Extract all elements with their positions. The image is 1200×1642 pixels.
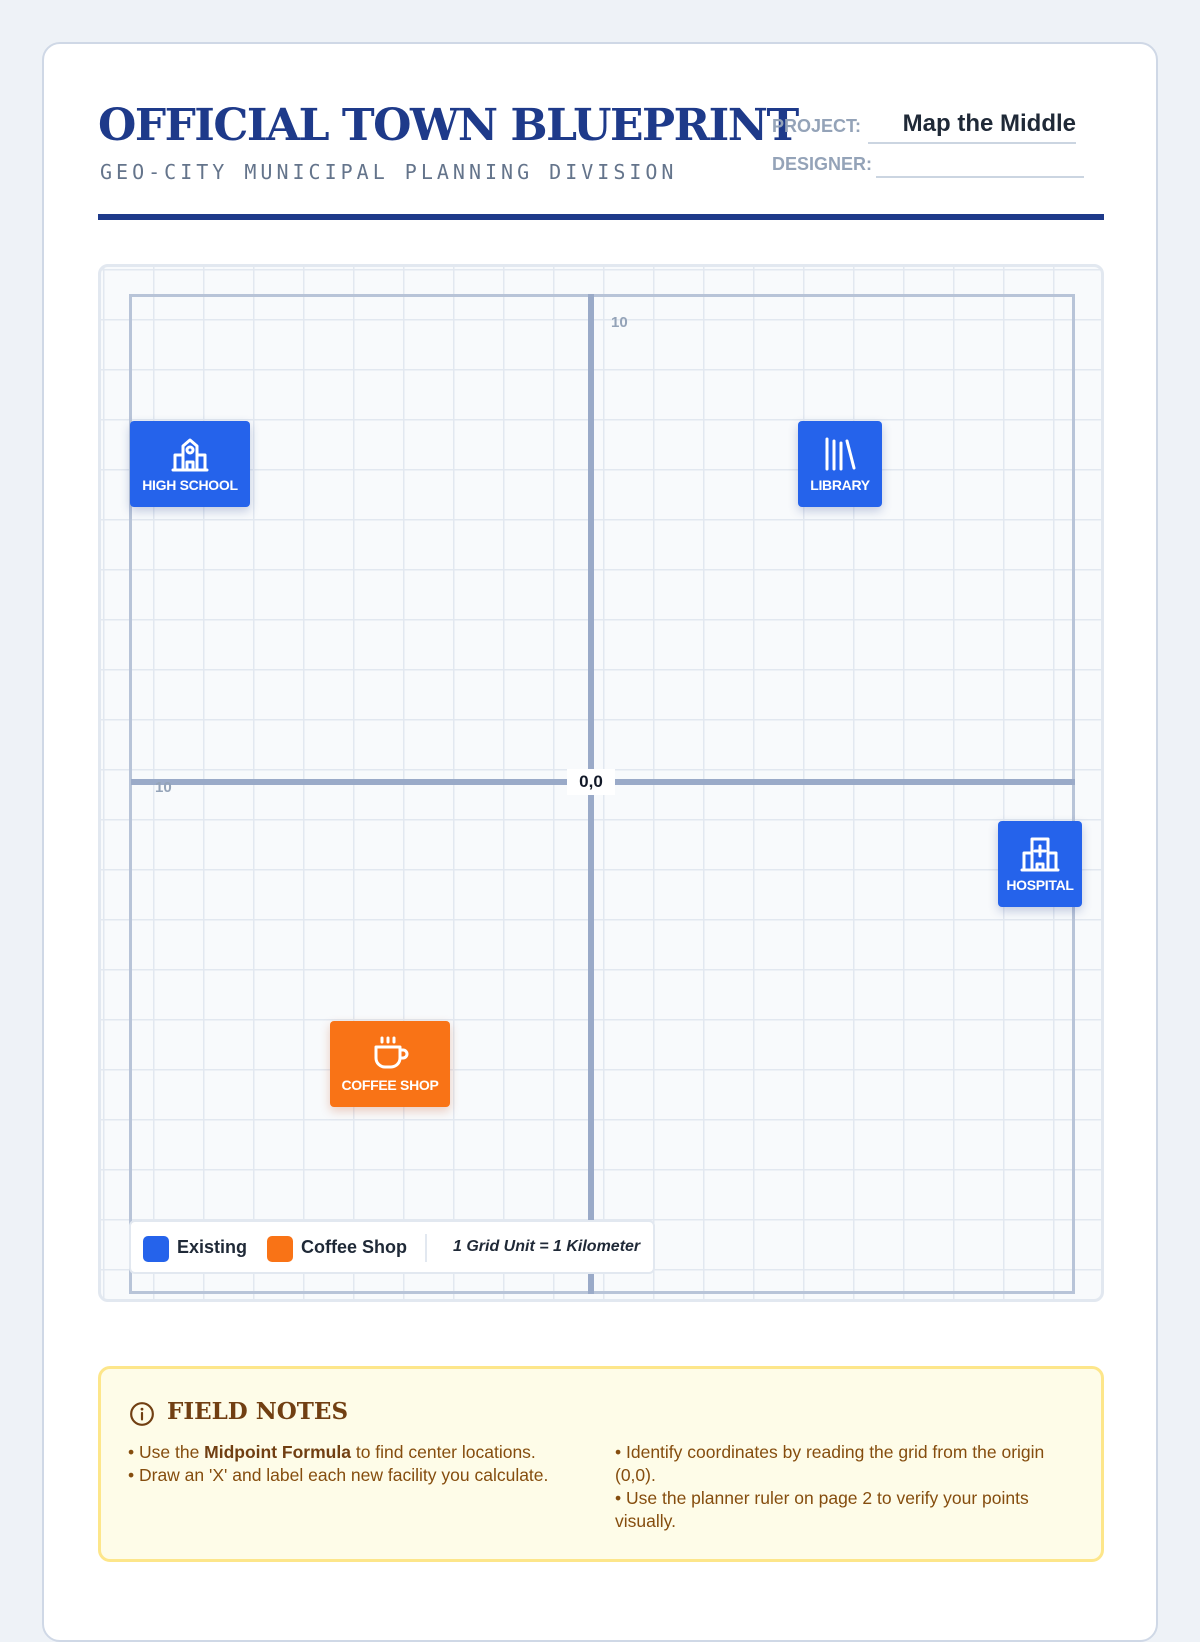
- map-scale-label: 1 Grid Unit = 1 Kilometer: [453, 1238, 641, 1255]
- location-marker-hospital[interactable]: HOSPITAL: [998, 821, 1082, 907]
- info-icon: [130, 1402, 154, 1426]
- legend-divider: [425, 1234, 427, 1262]
- project-field[interactable]: Map the Middle: [868, 110, 1076, 144]
- notes-left-column: • Use the Midpoint Formula to find cente…: [128, 1441, 588, 1487]
- designer-field[interactable]: [876, 148, 1084, 178]
- location-label: HIGH SCHOOL: [142, 477, 238, 493]
- legend-coffee-label: Coffee Shop: [301, 1237, 407, 1257]
- y-axis-top-tick: 10: [611, 314, 628, 331]
- notes-right-column: • Identify coordinates by reading the gr…: [615, 1441, 1065, 1533]
- page-title: OFFICIAL TOWN BLUEPRINT: [98, 100, 799, 151]
- page-subtitle: GEO-CITY MUNICIPAL PLANNING DIVISION: [100, 160, 678, 184]
- location-label: HOSPITAL: [1006, 877, 1074, 893]
- legend-coffee-swatch: [267, 1236, 293, 1262]
- legend-existing-swatch: [143, 1236, 169, 1262]
- map-legend: Existing Coffee Shop 1 Grid Unit = 1 Kil…: [129, 1220, 655, 1274]
- note-item: • Identify coordinates by reading the gr…: [615, 1442, 1045, 1485]
- legend-existing-label: Existing: [177, 1237, 248, 1257]
- library-icon: [820, 435, 860, 477]
- x-axis-left-tick: 10: [155, 779, 172, 796]
- header-divider: [98, 214, 1104, 220]
- note-item: • Use the Midpoint Formula to find cente…: [128, 1442, 536, 1462]
- location-label: COFFEE SHOP: [341, 1077, 439, 1093]
- designer-label: DESIGNER:: [772, 154, 873, 174]
- hospital-icon: [1020, 835, 1060, 877]
- location-marker-high-school[interactable]: HIGH SCHOOL: [130, 421, 250, 507]
- location-label: LIBRARY: [810, 477, 870, 493]
- project-label: PROJECT:: [772, 116, 862, 136]
- note-item: • Draw an 'X' and label each new facilit…: [128, 1465, 549, 1485]
- field-notes-title: FIELD NOTES: [167, 1398, 349, 1425]
- note-item: • Use the planner ruler on page 2 to ver…: [615, 1488, 1029, 1531]
- field-notes-panel: FIELD NOTES • Use the Midpoint Formula t…: [98, 1366, 1104, 1562]
- location-marker-coffee-shop[interactable]: COFFEE SHOP: [330, 1021, 450, 1107]
- coffee-cup-icon: [370, 1035, 410, 1077]
- location-marker-library[interactable]: LIBRARY: [798, 421, 882, 507]
- blueprint-sheet: OFFICIAL TOWN BLUEPRINT GEO-CITY MUNICIP…: [42, 42, 1158, 1642]
- origin-label: 0,0: [567, 769, 615, 795]
- coordinate-map: 10 10 10 0,0 HIGH SCHOOLLIBRARYHOSPITALC…: [98, 264, 1104, 1302]
- school-icon: [170, 435, 210, 477]
